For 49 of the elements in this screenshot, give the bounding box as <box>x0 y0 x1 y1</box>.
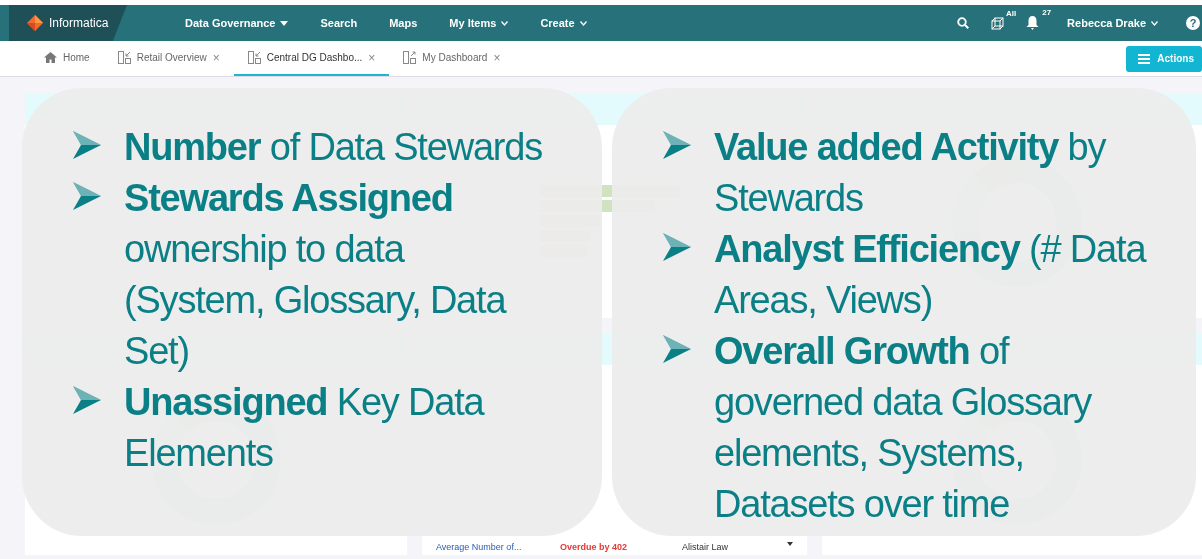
arrow-bullet-icon <box>72 181 102 211</box>
nav-menu-item[interactable]: Search <box>304 17 374 29</box>
close-icon[interactable]: × <box>368 50 376 65</box>
help-button[interactable]: ? <box>1186 16 1200 30</box>
menu-icon <box>1138 53 1151 64</box>
brand-logo[interactable]: Informatica <box>9 5 127 41</box>
arrow-bullet-icon <box>662 130 692 160</box>
arrow-bullet-icon <box>72 130 102 160</box>
catalog-scope-label: All <box>1005 8 1017 18</box>
dashboard-icon <box>247 51 261 64</box>
arrow-bullet-icon <box>662 232 692 262</box>
overdue-text: Overdue by 402 <box>560 542 629 552</box>
chevron-icon <box>501 20 509 26</box>
cube-icon[interactable] <box>991 16 1005 30</box>
search-icon[interactable] <box>957 17 970 29</box>
nav-menu-item[interactable]: My Items <box>433 17 525 29</box>
task-object-link[interactable]: Average Number of... <box>436 542 560 552</box>
tab-label: My Dashboard <box>422 52 488 63</box>
tab-label: Central DG Dashbo... <box>266 52 363 63</box>
chevron-icon <box>1151 20 1158 26</box>
nav-menu-item[interactable]: Create <box>524 17 603 29</box>
bullet-text: Analyst Efficiency (# Data Areas, Views) <box>714 227 1148 323</box>
dashboard-tab[interactable]: My Dashboard × <box>389 41 515 76</box>
dashboard-tab[interactable]: Retail Overview × <box>103 41 234 76</box>
close-icon[interactable]: × <box>212 50 220 65</box>
bullet-text: Number of Data Stewards <box>124 125 544 170</box>
arrow-bullet-icon <box>662 334 692 364</box>
bullet-text: Unassigned Key Data Elements <box>124 380 486 476</box>
dashboard-icon <box>117 51 131 64</box>
home-icon <box>44 52 57 63</box>
notification-bell-icon[interactable] <box>1026 16 1040 30</box>
nav-menu-item[interactable]: Data Governance <box>169 17 305 29</box>
owner-name: Alistair Law <box>682 542 728 552</box>
bullet-text: Overall Growth of governed data Glossary elements, Systems, Datasets over time <box>714 329 1093 527</box>
tab-label: Retail Overview <box>136 52 207 63</box>
arrow-bullet-icon <box>72 385 102 415</box>
user-menu[interactable]: Rebecca Drake <box>1061 16 1164 30</box>
dashboard-tab[interactable]: Home <box>30 41 104 76</box>
logo-icon <box>27 15 43 31</box>
bullet-text: Stewards Assigned ownership to data (System, Glossary, Data Set) <box>124 176 508 374</box>
bullet-text: Value added Activity by Stewards <box>714 125 1107 221</box>
chevron-icon <box>579 20 587 26</box>
tab-label: Home <box>63 52 90 63</box>
caret-icon <box>280 20 289 26</box>
close-icon[interactable]: × <box>493 50 501 65</box>
dashboard-icon <box>403 51 417 64</box>
caret-icon[interactable] <box>787 542 793 546</box>
notification-count: 27 <box>1042 8 1052 17</box>
nav-menu-item[interactable]: Maps <box>373 17 434 29</box>
